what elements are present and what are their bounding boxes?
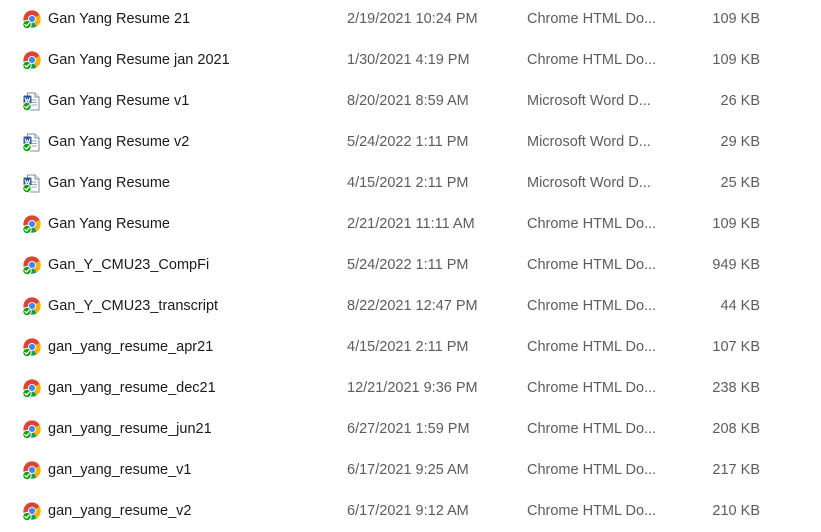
file-name: Gan_Y_CMU23_transcript (48, 298, 219, 314)
file-row[interactable]: gan_yang_resume_jun21 6/27/2021 1:59 PM … (0, 409, 821, 450)
file-row[interactable]: Gan Yang Resume v2 5/24/2022 1:11 PM Mic… (0, 122, 821, 163)
file-date-modified: 5/24/2022 1:11 PM (347, 257, 469, 273)
file-type: Microsoft Word D... (527, 93, 651, 109)
file-date-modified: 6/17/2021 9:12 AM (347, 503, 469, 519)
file-size: 109 KB (712, 52, 760, 68)
file-date-modified: 5/24/2022 1:11 PM (347, 134, 469, 150)
word-document-icon (22, 92, 41, 112)
file-date-modified: 2/19/2021 10:24 PM (347, 11, 478, 27)
chrome-html-icon (22, 379, 41, 399)
file-type: Microsoft Word D... (527, 134, 651, 150)
chrome-html-icon (22, 51, 41, 71)
file-type: Chrome HTML Do... (527, 339, 657, 355)
file-type: Chrome HTML Do... (527, 257, 657, 273)
file-date-modified: 6/27/2021 1:59 PM (347, 421, 470, 437)
file-name: Gan Yang Resume 21 (48, 11, 191, 27)
file-name: Gan Yang Resume v1 (48, 93, 190, 109)
file-row[interactable]: Gan_Y_CMU23_transcript 8/22/2021 12:47 P… (0, 286, 821, 327)
chrome-html-icon (22, 10, 41, 30)
file-name: Gan_Y_CMU23_CompFi (48, 257, 210, 273)
file-name: gan_yang_resume_jun21 (48, 421, 212, 437)
file-date-modified: 8/22/2021 12:47 PM (347, 298, 478, 314)
word-document-icon (22, 174, 41, 194)
file-size: 210 KB (712, 503, 760, 519)
file-size: 26 KB (720, 93, 761, 109)
file-type: Chrome HTML Do... (527, 462, 657, 478)
file-row[interactable]: Gan Yang Resume jan 2021 1/30/2021 4:19 … (0, 40, 821, 81)
file-row[interactable]: gan_yang_resume_v2 6/17/2021 9:12 AM Chr… (0, 491, 821, 532)
chrome-html-icon (22, 297, 41, 317)
file-row[interactable]: Gan Yang Resume 2/21/2021 11:11 AM Chrom… (0, 204, 821, 245)
file-size: 217 KB (712, 462, 760, 478)
file-date-modified: 4/15/2021 2:11 PM (347, 339, 469, 355)
file-size: 238 KB (712, 380, 760, 396)
file-name: Gan Yang Resume jan 2021 (48, 52, 230, 68)
chrome-html-icon (22, 502, 41, 522)
file-type: Chrome HTML Do... (527, 380, 657, 396)
chrome-html-icon (22, 338, 41, 358)
file-date-modified: 12/21/2021 9:36 PM (347, 380, 478, 396)
chrome-html-icon (22, 256, 41, 276)
file-date-modified: 6/17/2021 9:25 AM (347, 462, 469, 478)
file-name: gan_yang_resume_v1 (48, 462, 192, 478)
file-row[interactable]: gan_yang_resume_v1 6/17/2021 9:25 AM Chr… (0, 450, 821, 491)
file-size: 109 KB (712, 216, 760, 232)
file-row[interactable]: Gan Yang Resume 4/15/2021 2:11 PM Micros… (0, 163, 821, 204)
file-type: Microsoft Word D... (527, 175, 651, 191)
file-name: gan_yang_resume_dec21 (48, 380, 216, 396)
file-type: Chrome HTML Do... (527, 52, 657, 68)
file-row[interactable]: gan_yang_resume_apr21 4/15/2021 2:11 PM … (0, 327, 821, 368)
word-document-icon (22, 133, 41, 153)
file-type: Chrome HTML Do... (527, 421, 657, 437)
file-type: Chrome HTML Do... (527, 216, 657, 232)
chrome-html-icon (22, 461, 41, 481)
file-row[interactable]: gan_yang_resume_dec21 12/21/2021 9:36 PM… (0, 368, 821, 409)
file-date-modified: 4/15/2021 2:11 PM (347, 175, 469, 191)
file-size: 107 KB (712, 339, 760, 355)
file-size: 208 KB (712, 421, 760, 437)
file-type: Chrome HTML Do... (527, 503, 657, 519)
file-name: Gan Yang Resume v2 (48, 134, 190, 150)
file-row[interactable]: Gan_Y_CMU23_CompFi 5/24/2022 1:11 PM Chr… (0, 245, 821, 286)
file-date-modified: 8/20/2021 8:59 AM (347, 93, 469, 109)
file-row[interactable]: Gan Yang Resume v1 8/20/2021 8:59 AM Mic… (0, 81, 821, 122)
chrome-html-icon (22, 420, 41, 440)
chrome-html-icon (22, 215, 41, 235)
file-name: gan_yang_resume_v2 (48, 503, 192, 519)
file-row[interactable]: Gan Yang Resume 21 2/19/2021 10:24 PM Ch… (0, 0, 821, 40)
file-date-modified: 1/30/2021 4:19 PM (347, 52, 470, 68)
file-name: Gan Yang Resume (48, 216, 170, 232)
file-size: 29 KB (720, 134, 761, 150)
file-name: gan_yang_resume_apr21 (48, 339, 214, 355)
file-size: 44 KB (720, 298, 761, 314)
file-size: 25 KB (720, 175, 761, 191)
file-type: Chrome HTML Do... (527, 11, 657, 27)
file-date-modified: 2/21/2021 11:11 AM (347, 216, 475, 232)
file-type: Chrome HTML Do... (527, 298, 657, 314)
file-name: Gan Yang Resume (48, 175, 170, 191)
file-size: 109 KB (712, 11, 760, 27)
file-size: 949 KB (712, 257, 760, 273)
